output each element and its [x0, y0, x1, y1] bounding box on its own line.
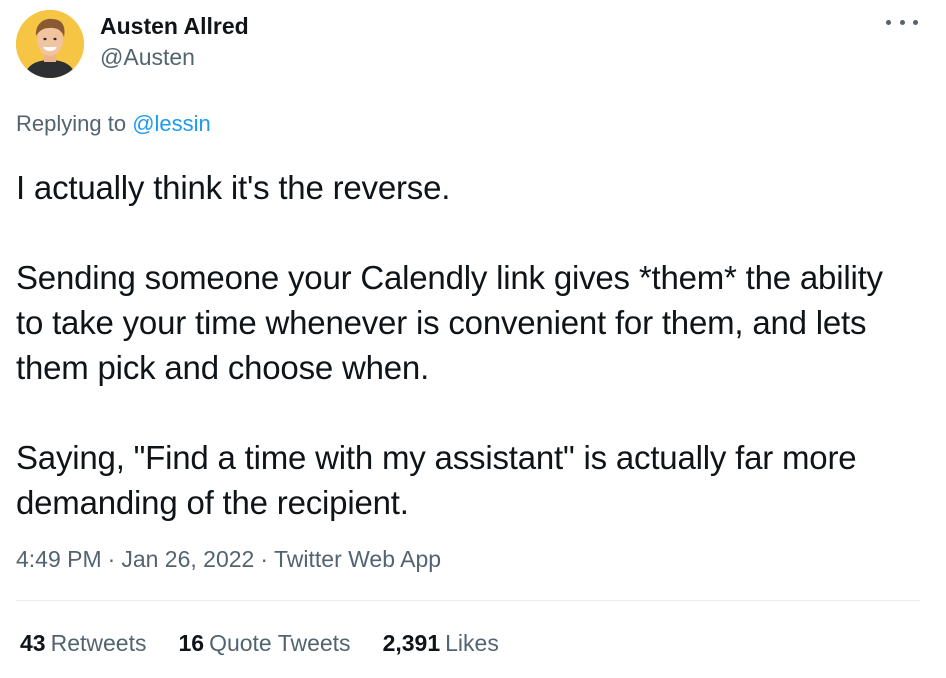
- tweet-text: I actually think it's the reverse. Sendi…: [16, 169, 883, 521]
- display-name[interactable]: Austen Allred: [100, 12, 249, 40]
- reply-mention-link[interactable]: @lessin: [132, 111, 211, 136]
- avatar-illustration: [16, 10, 84, 78]
- more-options-icon[interactable]: [886, 12, 918, 32]
- quote-tweets-label: Quote Tweets: [209, 630, 351, 656]
- avatar[interactable]: [16, 10, 84, 78]
- tweet-source-link[interactable]: Twitter Web App: [274, 546, 441, 572]
- tweet-meta: 4:49 PM · Jan 26, 2022 · Twitter Web App: [16, 544, 441, 574]
- likes-label: Likes: [445, 630, 499, 656]
- meta-separator: ·: [260, 546, 269, 572]
- retweets-label: Retweets: [50, 630, 147, 656]
- meta-separator: ·: [107, 546, 116, 572]
- author-identity: Austen Allred @Austen: [100, 12, 249, 72]
- user-handle[interactable]: @Austen: [100, 42, 249, 72]
- likes-stat[interactable]: 2,391 Likes: [383, 628, 499, 658]
- more-dot: [913, 19, 918, 25]
- tweet-time-link[interactable]: 4:49 PM: [16, 546, 102, 572]
- tweet-header: Austen Allred @Austen: [16, 6, 924, 86]
- replying-to-line: Replying to @lessin: [16, 110, 211, 138]
- quote-tweets-stat[interactable]: 16 Quote Tweets: [178, 628, 350, 658]
- quote-tweets-count: 16: [178, 630, 205, 656]
- likes-count: 2,391: [382, 630, 441, 656]
- divider: [16, 600, 920, 601]
- retweets-count: 43: [20, 630, 46, 656]
- engagement-stats: 43 Retweets 16 Quote Tweets 2,391 Likes: [20, 628, 531, 658]
- retweets-stat[interactable]: 43 Retweets: [20, 628, 146, 658]
- more-dot: [886, 19, 891, 25]
- tweet-date-link[interactable]: Jan 26, 2022: [121, 546, 254, 572]
- replying-to-label: Replying to: [16, 111, 127, 136]
- tweet-card: Austen Allred @Austen Replying to @lessi…: [0, 0, 946, 678]
- more-dot: [899, 19, 905, 25]
